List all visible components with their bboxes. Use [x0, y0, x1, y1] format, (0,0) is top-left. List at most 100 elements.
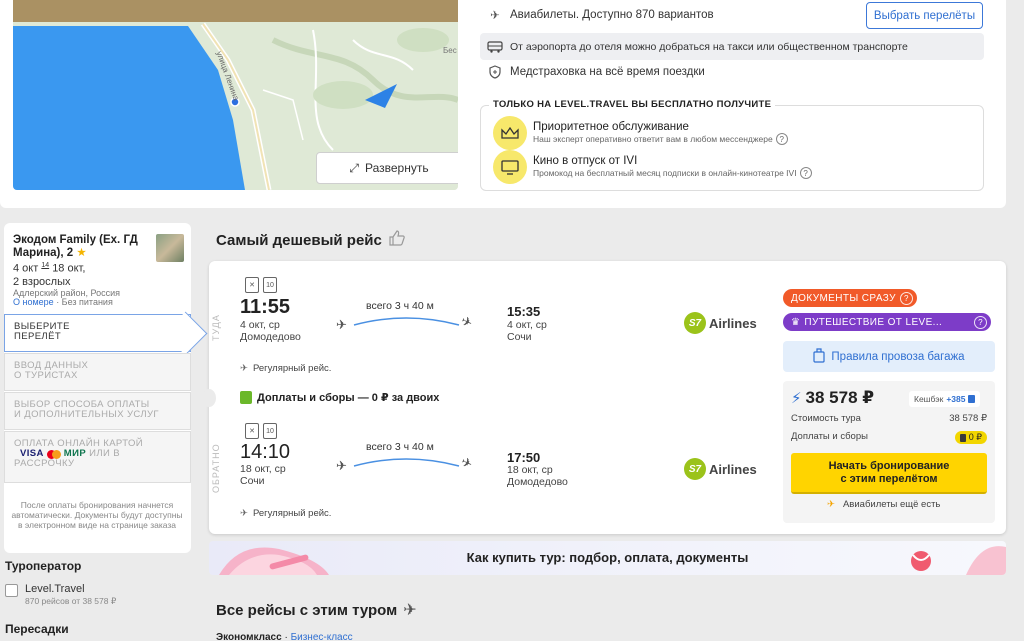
outbound-route: ✈ ✈ [336, 314, 475, 333]
transfer-text: От аэропорта до отеля можно добраться на… [510, 40, 908, 53]
operator-sub: 870 рейсов от 38 578 ₽ [25, 596, 117, 606]
help-icon[interactable]: ? [799, 167, 812, 179]
availability-text: Авиабилеты ещё есть [842, 499, 941, 510]
star-icon: ★ [76, 247, 87, 259]
outbound-arr-time: 15:35 [507, 304, 541, 319]
tab-separator: · [281, 632, 291, 641]
inbound-arr-date: 18 окт, ср [507, 464, 553, 476]
select-flights-button[interactable]: Выбрать перелёты [866, 2, 983, 29]
plane-icon: ✈ [827, 499, 835, 510]
shield-icon [480, 65, 510, 79]
cheapest-title-text: Самый дешевый рейс [216, 231, 382, 249]
regular-text: Регулярный рейс. [252, 508, 332, 519]
price: ⚡ 38 578 ₽ [791, 388, 874, 408]
hotel-thumbnail[interactable] [156, 234, 184, 262]
step-online-payment: ОПЛАТА ОНЛАЙН КАРТОЙ VISA МИР ИЛИ В РАСС… [4, 431, 191, 483]
no-baggage-icon: ✕ [245, 423, 259, 439]
svg-text:✈: ✈ [458, 455, 474, 473]
fees-badge: 0 ₽ [954, 431, 987, 444]
step-select-flight[interactable]: ВЫБЕРИТЕ ПЕРЕЛЁТ [4, 314, 191, 352]
map-edge-label: Бес [443, 46, 457, 55]
airline-name: Airlines [709, 461, 757, 477]
outbound-dep-date: 4 окт, ср [240, 319, 280, 331]
transfers-filter-title: Пересадки [5, 622, 69, 636]
cashback-value: +385 [946, 394, 966, 404]
step-line: ПЕРЕЛЁТ [14, 331, 62, 342]
hotel-name: Экодом Family (Ex. ГД Марина), 2 ★ [13, 234, 143, 260]
fuel-icon [240, 391, 252, 404]
cheapest-flight-card: ТУДА ✕ 10 11:55 4 окт, ср Домодедово все… [202, 261, 1006, 534]
date-from: 4 окт [13, 262, 39, 275]
bonus-ivi-desc: Промокод на бесплатный месяц подписки в … [533, 168, 797, 178]
tab-business[interactable]: Бизнес-класс [291, 632, 353, 641]
guests: 2 взрослых [13, 276, 71, 288]
luggage-rules-button[interactable]: Правила провоза багажа [783, 341, 995, 372]
coin-icon [968, 395, 976, 403]
regular-text: Регулярный рейс. [252, 363, 332, 374]
plane-icon: ✈ [490, 10, 500, 22]
step-line: О ТУРИСТАХ [14, 370, 78, 381]
bonus-item-ivi: Кино в отпуск от IVI Промокод на бесплат… [493, 150, 812, 184]
operator-checkbox[interactable] [5, 584, 18, 597]
outbound-airline: S7 Airlines [684, 312, 757, 334]
plane-icon: ✈ [240, 363, 248, 374]
sidebar-note: После оплаты бронирования начнется автом… [11, 500, 183, 530]
availability: ✈ Авиабилеты ещё есть [827, 499, 940, 510]
lightning-icon: ⚡ [791, 390, 802, 407]
feature-insurance: Медстраховка на всё время поездки [480, 65, 705, 79]
expand-map-button[interactable]: ⤢ Развернуть [316, 152, 458, 184]
svg-text:✈: ✈ [336, 318, 347, 333]
operator-name[interactable]: Level.Travel [25, 583, 85, 595]
help-icon[interactable]: ? [775, 133, 788, 145]
fees-text: Доплаты и сборы — 0 ₽ за двоих [257, 392, 440, 404]
luggage-icon [813, 347, 826, 366]
inbound-dep-date: 18 окт, ср [240, 463, 286, 475]
inbound-arr-airport: Домодедово [507, 476, 568, 488]
inbound-arr-time: 17:50 [507, 450, 541, 465]
bonus-priority-title: Приоритетное обслуживание [533, 121, 689, 133]
cashback[interactable]: Кешбэк +385 [909, 391, 981, 407]
flights-text: Авиабилеты. Доступно 870 вариантов [510, 9, 714, 21]
step-line: И ДОПОЛНИТЕЛЬНЫХ УСЛУГ [14, 409, 159, 420]
how-to-buy-banner[interactable]: Как купить тур: подбор, оплата, документ… [209, 541, 1006, 575]
svg-text:✈: ✈ [458, 314, 474, 332]
hotel-map[interactable]: улица Ленина Бес ⤢ Развернуть [13, 0, 458, 190]
step-tourist-data: ВВОД ДАННЫХ О ТУРИСТАХ [4, 353, 191, 391]
s7-logo-icon: S7 [684, 312, 706, 334]
outbound-arr-city: Сочи [507, 331, 532, 343]
all-flights-title-text: Все рейсы с этим туром [216, 601, 398, 619]
feature-transfer: От аэропорта до отеля можно добраться на… [480, 33, 984, 60]
fees-info: Доплаты и сборы — 0 ₽ за двоих [240, 391, 439, 404]
inbound-dep-time: 14:10 [240, 441, 291, 463]
cashback-label: Кешбэк [914, 394, 944, 404]
book-line: с этим перелётом [840, 472, 938, 485]
baggage-icons: ✕ 10 [245, 423, 277, 439]
crown-icon: ♛ [791, 316, 801, 328]
trip-badge[interactable]: ♛ ПУТЕШЕСТВИЕ ОТ LEVE... ? [783, 313, 991, 331]
thumbs-up-icon [388, 229, 406, 251]
step-line: ИЛИ В [89, 448, 120, 459]
direction-back: ОБРАТНО [211, 443, 221, 493]
inbound-dep-city: Сочи [240, 475, 265, 487]
tour-cost-row: Стоимость тура 38 578 ₽ [791, 413, 987, 424]
fees-value: 0 ₽ [968, 432, 982, 442]
tour-cost-label: Стоимость тура [791, 413, 861, 424]
price-box: ⚡ 38 578 ₽ Кешбэк +385 Стоимость тура 38… [783, 381, 995, 523]
bonus-item-priority: Приоритетное обслуживание Наш эксперт оп… [493, 116, 788, 150]
docs-badge[interactable]: ДОКУМЕНТЫ СРАЗУ ? [783, 289, 917, 307]
baggage-icons: ✕ 10 [245, 277, 277, 293]
bonus-priority-desc: Наш эксперт оперативно ответит вам в люб… [533, 134, 773, 144]
bus-icon [480, 40, 510, 53]
class-tabs: Экономкласс · Бизнес-класс [216, 632, 353, 641]
tab-economy[interactable]: Экономкласс [216, 632, 282, 641]
fees-row: Доплаты и сборы 0 ₽ [791, 431, 987, 444]
room-link[interactable]: О номере [13, 297, 54, 307]
no-baggage-icon: ✕ [245, 277, 259, 293]
plane-icon: ✈ [403, 602, 417, 619]
luggage-rules-text: Правила провоза багажа [831, 350, 965, 363]
start-booking-button[interactable]: Начать бронирование с этим перелётом [791, 453, 987, 494]
outbound-regular: ✈ Регулярный рейс. [240, 363, 331, 374]
help-icon: ? [899, 291, 913, 305]
s7-logo-icon: S7 [684, 458, 706, 480]
expand-icon: ⤢ [349, 160, 359, 175]
